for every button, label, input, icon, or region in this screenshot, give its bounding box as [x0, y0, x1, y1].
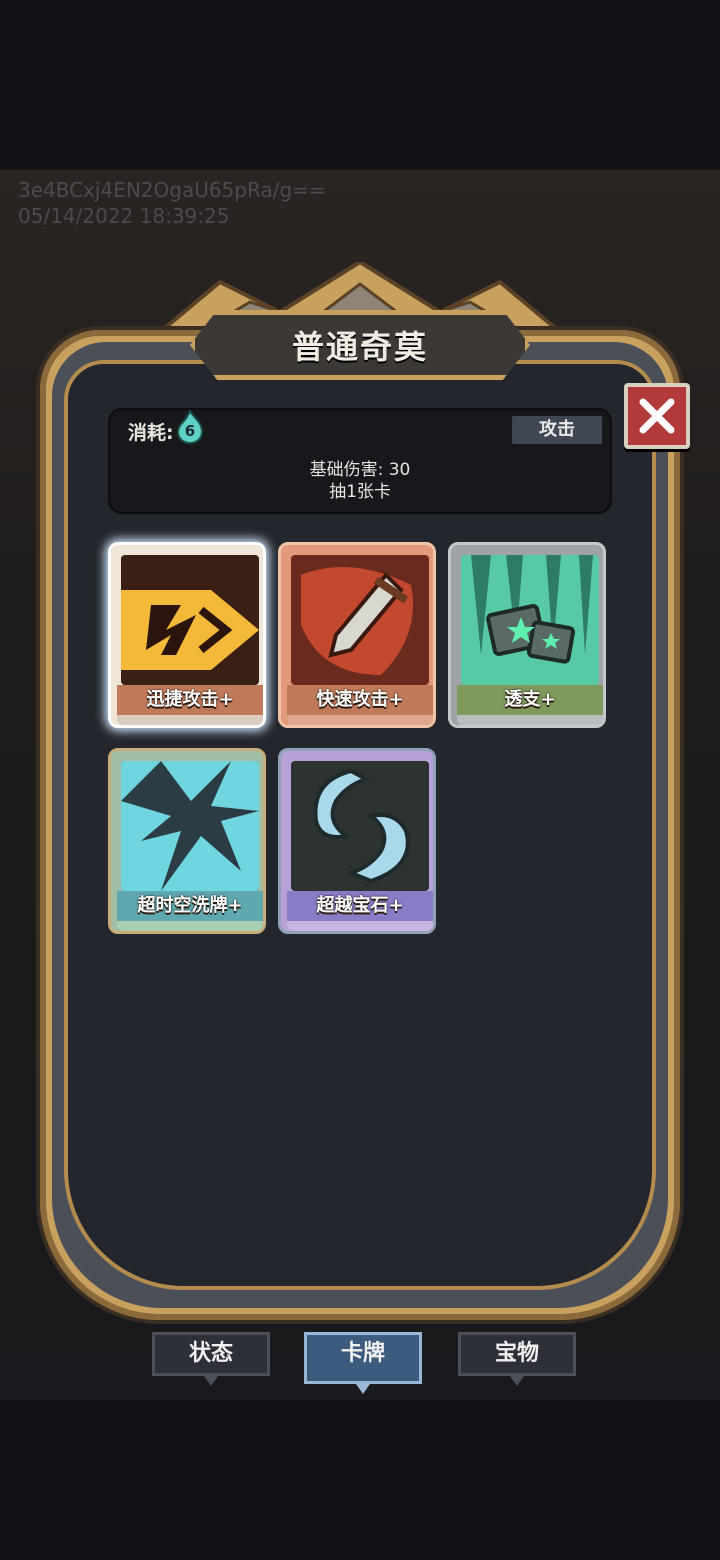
card-name: 超越宝石+ [287, 891, 433, 921]
watermark-timestamp: 05/14/2022 18:39:25 [18, 204, 230, 228]
card-name: 超时空洗牌+ [117, 891, 263, 921]
cost-label: 消耗: [128, 422, 174, 444]
close-button[interactable] [624, 383, 690, 449]
dialog-title: 普通奇莫 [291, 328, 428, 366]
card-name: 快速攻击+ [287, 685, 433, 715]
card-art-cards-stars [461, 555, 599, 685]
card-base [287, 921, 433, 931]
card-base [287, 715, 433, 725]
close-x-icon [639, 398, 675, 434]
card-quick-attack[interactable]: 快速攻击+ [278, 542, 436, 728]
tab-status[interactable]: 状态 [152, 1332, 270, 1376]
card-overdraw[interactable]: 透支+ [448, 542, 606, 728]
card-transcend-gem[interactable]: 超越宝石+ [278, 748, 436, 934]
card-art-dagger [291, 555, 429, 685]
card-art-lightning-arrow [121, 555, 259, 685]
card-art-cracks [121, 761, 259, 891]
title-plate: 普通奇莫 [190, 310, 530, 380]
card-base [117, 921, 263, 931]
card-time-shuffle[interactable]: 超时空洗牌+ [108, 748, 266, 934]
card-art-gems [291, 761, 429, 891]
card-type-tag: 攻击 [512, 416, 602, 444]
card-swift-attack[interactable]: 迅捷攻击+ [108, 542, 266, 728]
card-name: 透支+ [457, 685, 603, 715]
tab-cards[interactable]: 卡牌 [304, 1332, 422, 1384]
cost-value: 6 [184, 422, 196, 440]
card-base [457, 715, 603, 725]
tab-treasures[interactable]: 宝物 [458, 1332, 576, 1376]
watermark-id: 3e4BCxj4EN2OgaU65pRa/g== [18, 178, 326, 202]
card-base [117, 715, 263, 725]
card-description-line2: 抽1张卡 [329, 482, 391, 502]
card-name: 迅捷攻击+ [117, 685, 263, 715]
